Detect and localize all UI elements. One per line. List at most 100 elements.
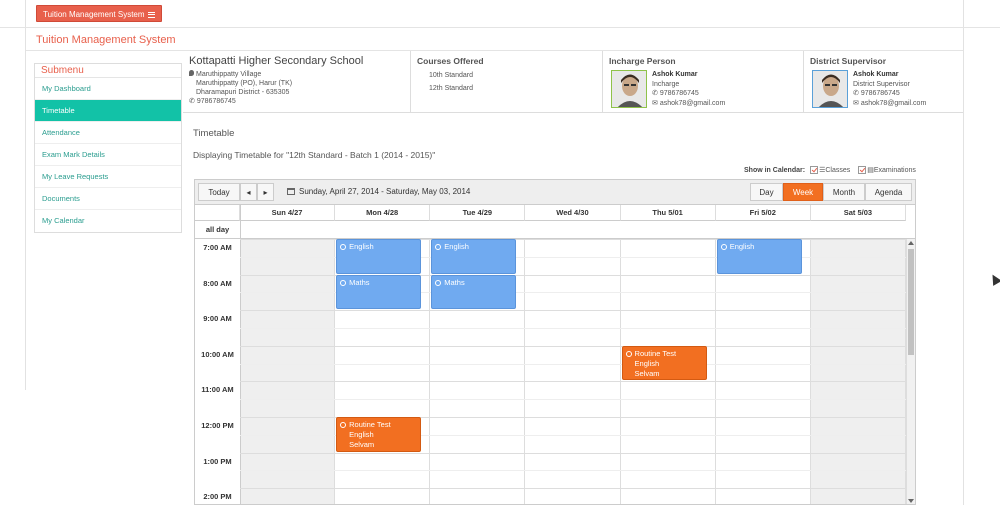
event-icon	[340, 422, 347, 428]
hour-line	[240, 310, 906, 312]
district-email[interactable]: ashok78@gmail.com	[861, 100, 926, 107]
event-detail: English	[634, 358, 660, 368]
courses-title: Courses Offered	[417, 56, 484, 66]
mail-icon: ✉	[652, 99, 660, 107]
day-column[interactable]	[240, 239, 336, 504]
exam-event[interactable]: Routine Test English Selvam	[621, 345, 707, 381]
menu-icon	[147, 12, 155, 18]
next-week-button[interactable]: ▸	[257, 183, 274, 201]
half-hour-line	[240, 328, 906, 329]
event-icon	[340, 279, 347, 286]
hour-line	[240, 381, 906, 383]
district-phone: 9786786745	[860, 90, 900, 97]
time-label: 12:00 PM	[201, 421, 234, 430]
info-bar: Kottapatti Higher Secondary School Marut…	[183, 51, 963, 113]
class-event[interactable]: English	[336, 239, 422, 274]
week-grid: all day Sun 4/27 Mon 4/28 Tue 4/29 Wed 4/30…	[195, 205, 915, 504]
time-label: 9:00 AM	[203, 314, 232, 324]
event-icon	[625, 350, 632, 357]
event-title: Maths	[340, 278, 417, 288]
today-button[interactable]: Today	[198, 183, 240, 201]
view-day-button[interactable]: Day	[750, 183, 783, 201]
all-day-label: all day	[205, 225, 230, 234]
classes-checkbox[interactable]	[810, 166, 819, 175]
event-title: English	[340, 242, 417, 252]
event-title: English	[720, 242, 798, 252]
event-title: Routine Test	[625, 349, 703, 359]
event-detail: English	[349, 430, 374, 439]
sidebar-item-timetable[interactable]: Timetable	[35, 100, 181, 122]
class-event[interactable]: English	[716, 239, 802, 274]
sidebar-item-attendance[interactable]: Attendance	[35, 122, 181, 144]
exam-event[interactable]: Routine Test English Selvam	[336, 417, 422, 452]
district-phone-line: ✆ 9786786745	[853, 89, 926, 99]
course-item: 10th Standard	[429, 72, 473, 79]
school-address-3: Dharamapuri District - 635305	[196, 89, 290, 96]
timetable-calendar: Today ◂ ▸ Sunday, April 27, 2014 - Satur…	[194, 179, 916, 505]
phone-icon: ✆	[853, 90, 861, 97]
day-column[interactable]	[716, 239, 811, 504]
district-supervisor: District Supervisor Ashok Kumar District…	[804, 51, 963, 113]
scroll-thumb[interactable]	[908, 249, 914, 355]
app-menu-button[interactable]: Tuition Management System	[36, 5, 162, 22]
incharge-role: Incharge	[652, 80, 680, 88]
time-label: 11:00 AM	[201, 385, 234, 395]
calendar-icon	[287, 188, 295, 195]
event-icon	[435, 279, 442, 286]
submenu-title: Submenu	[35, 64, 181, 78]
event-title: Routine Test	[340, 420, 417, 430]
day-header: Thu 5/01	[620, 205, 716, 221]
view-agenda-button[interactable]: Agenda	[865, 183, 912, 201]
event-detail: Selvam	[634, 368, 660, 378]
hour-line	[240, 345, 906, 347]
sidebar-item-documents[interactable]: Documents	[35, 188, 181, 210]
incharge-card: Ashok Kumar Incharge ✆ 9786786745 ✉ asho…	[609, 66, 797, 110]
day-column[interactable]	[525, 239, 621, 504]
school-name: Kottapatti Higher Secondary School	[189, 55, 364, 67]
header-spacer	[195, 205, 240, 221]
all-day-row: all day	[195, 221, 915, 239]
address-line-1: Maruthippatty Village	[189, 70, 404, 79]
district-card: Ashok Kumar District Supervisor ✆ 978678…	[810, 66, 957, 110]
hour-line	[240, 488, 906, 490]
incharge-email[interactable]: ashok78@gmail.com	[660, 100, 725, 107]
incharge-person: Incharge Person Ashok Kumar Incharge ✆ 9…	[603, 51, 804, 113]
avatar	[812, 70, 848, 108]
sidebar-item-calendar[interactable]: My Calendar	[35, 210, 181, 232]
class-event[interactable]: English	[431, 239, 517, 274]
school-phone: 9786786745	[196, 98, 236, 105]
day-header: Sat 5/03	[810, 205, 906, 221]
view-month-button[interactable]: Month	[823, 183, 865, 201]
sidebar-item-exam-marks[interactable]: Exam Mark Details	[35, 144, 181, 166]
time-label: 2:00 PM	[203, 492, 232, 502]
district-details: Ashok Kumar District Supervisor ✆ 978678…	[853, 70, 926, 108]
event-title: Maths	[435, 278, 512, 288]
page-title: Timetable	[193, 128, 235, 139]
location-icon	[189, 70, 194, 76]
avatar	[611, 70, 647, 108]
day-header: Wed 4/30	[525, 205, 621, 221]
top-bar: Tuition Management System	[0, 0, 1000, 28]
class-event[interactable]: Maths	[431, 274, 517, 310]
scroll-down-icon[interactable]	[908, 499, 914, 503]
phone-icon: ✆	[652, 90, 660, 97]
district-name: Ashok Kumar	[853, 71, 899, 78]
show-in-calendar-label: Show in Calendar:	[744, 167, 806, 174]
sidebar-item-leave-requests[interactable]: My Leave Requests	[35, 166, 181, 188]
half-hour-line	[240, 399, 906, 401]
classes-label: Classes	[825, 167, 851, 174]
view-week-button[interactable]: Week	[783, 183, 823, 201]
event-icon	[720, 244, 727, 250]
scroll-up-icon[interactable]	[908, 241, 914, 245]
day-column[interactable]	[810, 239, 906, 504]
course-item: 12th Standard	[429, 85, 473, 92]
class-event[interactable]: Maths	[336, 274, 422, 310]
prev-week-button[interactable]: ◂	[240, 183, 257, 201]
school-phone-line: ✆ 9786786745	[189, 97, 404, 106]
examinations-checkbox[interactable]	[858, 166, 867, 175]
time-label: 8:00 AM	[203, 278, 232, 288]
day-header: Mon 4/28	[335, 205, 431, 221]
incharge-email-line: ✉ ashok78@gmail.com	[652, 99, 725, 109]
calendar-scrollbar[interactable]	[906, 239, 915, 504]
sidebar-item-dashboard[interactable]: My Dashboard	[35, 78, 181, 100]
